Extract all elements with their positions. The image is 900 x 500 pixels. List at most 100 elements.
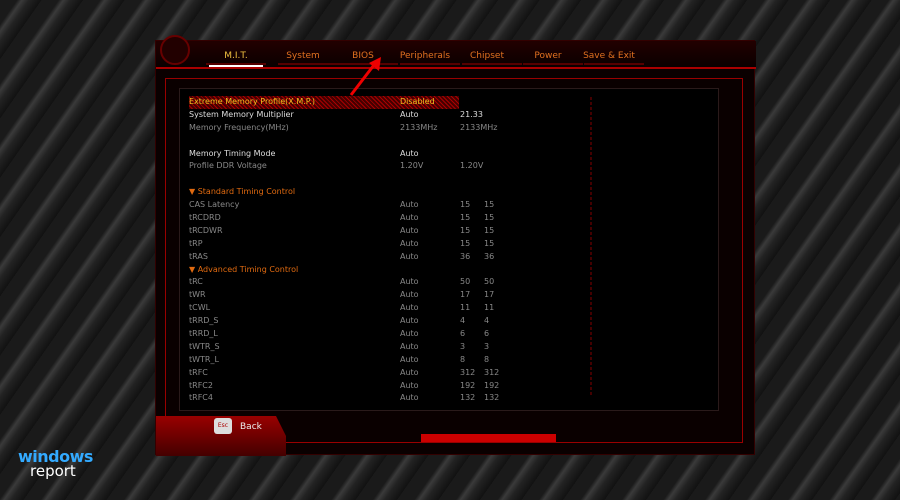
tab-peripherals[interactable]: Peripherals: [390, 51, 460, 61]
setting-label: tWTR_L: [189, 354, 219, 364]
setting-label: tWR: [189, 290, 206, 300]
setting-row[interactable]: tRAS Auto 36 36: [189, 251, 709, 264]
setting-value: 15: [484, 238, 495, 248]
setting-value: 6: [484, 329, 490, 339]
setting-value: 36: [460, 251, 471, 261]
setting-value: 132: [460, 393, 476, 403]
setting-value: Auto: [400, 200, 419, 210]
setting-value: 15: [484, 225, 495, 235]
setting-value: Auto: [400, 148, 419, 158]
setting-value: Auto: [400, 329, 419, 339]
setting-value: Disabled: [400, 97, 435, 106]
setting-row[interactable]: Memory Timing Mode Auto: [189, 148, 709, 161]
setting-row[interactable]: tRFC Auto 312 312: [189, 367, 709, 380]
setting-row[interactable]: tRCDWR Auto 15 15: [189, 225, 709, 238]
back-button[interactable]: Back: [240, 422, 262, 432]
setting-row[interactable]: tCWL Auto 11 11: [189, 302, 709, 315]
setting-value: Auto: [400, 238, 419, 248]
setting-row[interactable]: tRRD_L Auto 6 6: [189, 328, 709, 341]
setting-label: tRCDRD: [189, 213, 221, 223]
section-header[interactable]: ▼ Standard Timing Control: [189, 186, 709, 199]
setting-row[interactable]: Memory Frequency(MHz) 2133MHz 2133MHz: [189, 122, 709, 135]
setting-value: 15: [484, 200, 495, 210]
setting-value: Auto: [400, 109, 419, 119]
tab-underline: [523, 63, 583, 65]
setting-row[interactable]: CAS Latency Auto 15 15: [189, 199, 709, 212]
setting-value: Auto: [400, 290, 419, 300]
tab-m-i-t[interactable]: M.I.T.: [201, 51, 271, 67]
setting-row[interactable]: tRFC2 Auto 192 192: [189, 380, 709, 393]
setting-row[interactable]: Extreme Memory Profile(X.M.P.) Disabled: [189, 96, 459, 109]
esc-key-icon[interactable]: Esc: [214, 418, 232, 434]
setting-row[interactable]: tRRD_S Auto 4 4: [189, 315, 709, 328]
setting-value: Auto: [400, 367, 419, 377]
setting-value: Auto: [400, 393, 419, 403]
setting-row[interactable]: tWR Auto 17 17: [189, 289, 709, 302]
brand-logo-icon: [160, 35, 190, 65]
setting-value: 1.20V: [460, 161, 484, 171]
setting-row[interactable]: System Memory Multiplier Auto 21.33: [189, 109, 709, 122]
setting-row[interactable]: tRCDRD Auto 15 15: [189, 212, 709, 225]
tab-chipset[interactable]: Chipset: [452, 51, 522, 61]
setting-value: Auto: [400, 303, 419, 313]
setting-value: 50: [460, 277, 471, 287]
setting-value: Auto: [400, 341, 419, 351]
setting-label: ▼ Standard Timing Control: [189, 187, 296, 197]
setting-row[interactable]: tRFC4 Auto 132 132: [189, 392, 709, 405]
setting-label: tRFC: [189, 367, 208, 377]
setting-value: 11: [460, 303, 471, 313]
setting-label: Memory Frequency(MHz): [189, 122, 289, 132]
setting-value: 4: [460, 316, 466, 326]
setting-value: 50: [484, 277, 495, 287]
setting-value: 15: [460, 200, 471, 210]
setting-value: 1.20V: [400, 161, 424, 171]
setting-row[interactable]: Profile DDR Voltage 1.20V 1.20V: [189, 160, 709, 173]
tab-underline: [206, 63, 266, 65]
setting-label: Extreme Memory Profile(X.M.P.): [189, 97, 316, 106]
tab-bar: M.I.T. System BIOS Peripherals Chipset Power S…: [156, 35, 756, 69]
setting-value: 2133MHz: [400, 122, 438, 132]
setting-label: tCWL: [189, 303, 211, 313]
setting-value: 132: [484, 393, 500, 403]
setting-value: 3: [460, 341, 466, 351]
setting-label: CAS Latency: [189, 200, 240, 210]
setting-value: 8: [460, 354, 466, 364]
red-arrow-annotation: [349, 57, 381, 96]
scroll-down-tab[interactable]: [421, 434, 556, 442]
setting-value: 15: [460, 238, 471, 248]
setting-row[interactable]: tRP Auto 15 15: [189, 238, 709, 251]
setting-value: 2133MHz: [460, 122, 498, 132]
setting-value: 3: [484, 341, 490, 351]
setting-value: 312: [484, 367, 500, 377]
setting-value: Auto: [400, 251, 419, 261]
setting-value: 6: [460, 329, 466, 339]
tab-underline: [400, 63, 460, 65]
windows-report-watermark: windows report: [18, 447, 93, 480]
tab-underline: [584, 63, 644, 65]
setting-label: Memory Timing Mode: [189, 148, 276, 158]
setting-value: 192: [460, 380, 476, 390]
tab-save-exit[interactable]: Save & Exit: [574, 51, 644, 61]
setting-value: 15: [460, 213, 471, 223]
tab-underline: [462, 63, 522, 65]
setting-label: tRRD_L: [189, 329, 218, 339]
setting-row[interactable]: tRC Auto 50 50: [189, 276, 709, 289]
setting-value: 192: [484, 380, 500, 390]
setting-label: tRCDWR: [189, 225, 223, 235]
setting-row[interactable]: tWTR_S Auto 3 3: [189, 341, 709, 354]
tab-power[interactable]: Power: [513, 51, 583, 61]
setting-value: 36: [484, 251, 495, 261]
setting-label: tRRD_S: [189, 316, 219, 326]
section-header[interactable]: ▼ Advanced Timing Control: [189, 264, 709, 277]
setting-label: System Memory Multiplier: [189, 109, 294, 119]
setting-label: tRP: [189, 238, 203, 248]
setting-row[interactable]: tWTR_L Auto 8 8: [189, 354, 709, 367]
setting-label: tWTR_S: [189, 341, 220, 351]
setting-label: tRAS: [189, 251, 208, 261]
setting-value: Auto: [400, 213, 419, 223]
setting-value: 312: [460, 367, 476, 377]
setting-value: 11: [484, 303, 495, 313]
setting-label: Profile DDR Voltage: [189, 161, 267, 171]
